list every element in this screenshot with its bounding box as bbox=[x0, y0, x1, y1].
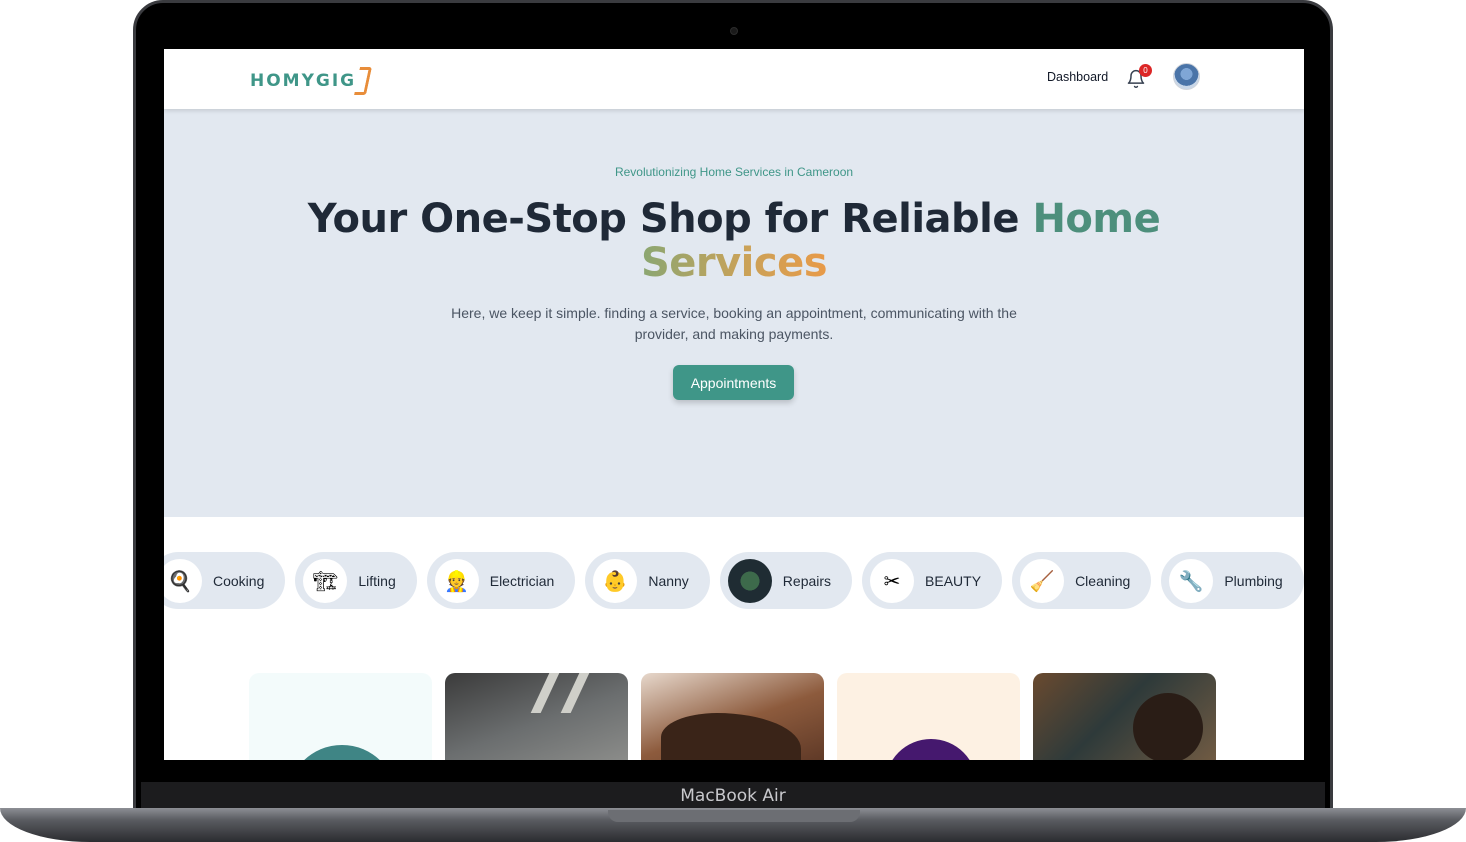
hero-section: Revolutionizing Home Services in Cameroo… bbox=[164, 109, 1304, 517]
cooking-icon: 🍳 bbox=[164, 558, 202, 603]
category-nanny[interactable]: 👶 Nanny bbox=[585, 552, 710, 609]
card-illustration bbox=[1133, 693, 1203, 760]
category-label: Cleaning bbox=[1075, 572, 1131, 589]
hero-title-accent-home: Home bbox=[1032, 196, 1161, 242]
logo-bracket-icon bbox=[354, 67, 373, 95]
cleaning-icon: 🧹 bbox=[1020, 558, 1065, 603]
device-label: MacBook Air bbox=[680, 786, 786, 806]
category-label: Nanny bbox=[648, 572, 689, 589]
card-illustration bbox=[560, 673, 590, 713]
notification-badge: 0 bbox=[1139, 64, 1152, 77]
category-label: Repairs bbox=[782, 572, 832, 589]
hero-title-main: Your One-Stop Shop for Reliable bbox=[307, 196, 1033, 242]
card-illustration bbox=[885, 739, 977, 760]
category-repairs[interactable]: Repairs bbox=[719, 552, 853, 609]
card-illustration bbox=[287, 745, 397, 760]
category-lifting[interactable]: 🏗 Lifting bbox=[295, 552, 417, 609]
electrician-icon: 👷 bbox=[434, 558, 479, 603]
card-illustration bbox=[661, 713, 801, 760]
user-avatar[interactable] bbox=[1173, 63, 1200, 90]
category-label: Cooking bbox=[213, 572, 265, 589]
service-card[interactable] bbox=[1033, 673, 1216, 760]
service-card[interactable] bbox=[445, 673, 628, 760]
category-label: BEAUTY bbox=[925, 572, 982, 589]
card-illustration bbox=[530, 673, 560, 713]
service-card[interactable] bbox=[249, 673, 432, 760]
hero-title-accent-services: Services bbox=[640, 240, 828, 286]
nanny-icon: 👶 bbox=[593, 558, 638, 603]
category-beauty[interactable]: ✂ BEAUTY bbox=[862, 552, 1003, 609]
nav-dashboard-link[interactable]: Dashboard bbox=[1047, 70, 1108, 84]
top-navbar: HOMYGIG Dashboard 0 bbox=[164, 49, 1304, 109]
category-label: Plumbing bbox=[1224, 572, 1283, 589]
lifting-icon: 🏗 bbox=[303, 558, 348, 603]
service-card[interactable] bbox=[837, 673, 1020, 760]
hero-subtitle: Here, we keep it simple. finding a servi… bbox=[451, 305, 1017, 342]
camera-icon bbox=[730, 27, 738, 35]
category-plumbing[interactable]: 🔧 Plumbing bbox=[1161, 552, 1304, 609]
category-label: Electrician bbox=[489, 572, 555, 589]
logo[interactable]: HOMYGIG bbox=[250, 65, 373, 97]
category-cleaning[interactable]: 🧹 Cleaning bbox=[1012, 552, 1152, 609]
hero-title: Your One-Stop Shop for Reliable Home Serv… bbox=[284, 197, 1184, 285]
category-label: Lifting bbox=[358, 572, 396, 589]
repairs-icon bbox=[727, 558, 772, 603]
logo-text: HOMYGIG bbox=[250, 71, 357, 91]
hero-tagline: Revolutionizing Home Services in Cameroo… bbox=[614, 165, 854, 179]
category-carousel[interactable]: 🍳 Cooking 🏗 Lifting 👷 Electrician 👶 Nann… bbox=[164, 552, 1304, 609]
laptop-notch bbox=[608, 810, 860, 822]
service-cards bbox=[249, 673, 1216, 760]
service-card[interactable] bbox=[641, 673, 824, 760]
category-electrician[interactable]: 👷 Electrician bbox=[426, 552, 576, 609]
appointments-button[interactable]: Appointments bbox=[673, 365, 794, 400]
category-cooking[interactable]: 🍳 Cooking bbox=[164, 552, 286, 609]
beauty-icon: ✂ bbox=[870, 558, 915, 603]
plumbing-icon: 🔧 bbox=[1169, 558, 1214, 603]
screen: HOMYGIG Dashboard 0 Revolutionizing Home… bbox=[164, 49, 1304, 760]
